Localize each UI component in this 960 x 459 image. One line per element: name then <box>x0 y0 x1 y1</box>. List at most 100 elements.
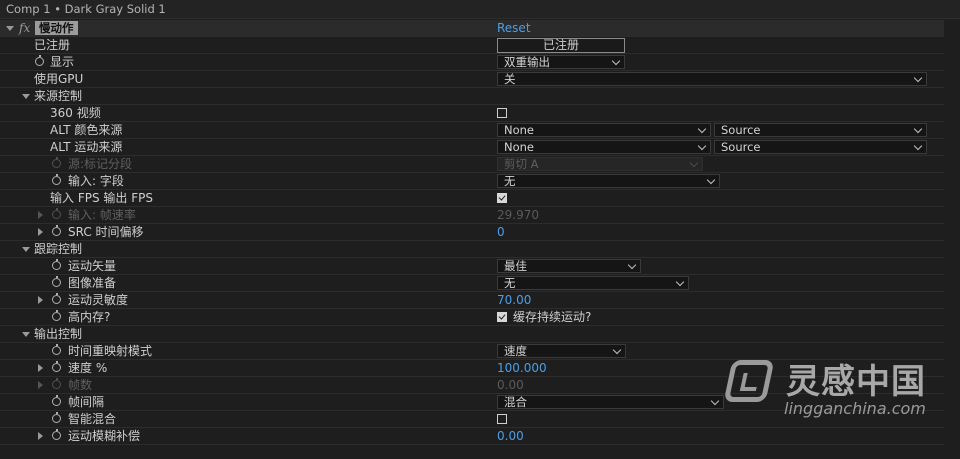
motion-vector-dropdown[interactable]: 最佳 <box>497 259 641 273</box>
expand-triangle-icon[interactable] <box>38 432 43 440</box>
input-rate-label: 输入: 帧速率 <box>68 208 136 222</box>
fx-icon[interactable]: fx <box>19 20 30 36</box>
display-label: 显示 <box>50 55 75 69</box>
chevron-down-icon <box>612 345 622 355</box>
expand-triangle-icon <box>38 211 43 219</box>
chevron-down-icon <box>706 175 716 185</box>
smart-blend-label: 智能混合 <box>68 412 117 426</box>
expand-triangle-icon[interactable] <box>6 26 14 31</box>
video360-label: 360 视频 <box>50 106 101 120</box>
alt-color-source-dropdown[interactable]: Source <box>714 123 927 137</box>
alt-color-layer-value: None <box>504 123 535 137</box>
chevron-down-icon <box>913 124 923 134</box>
chevron-down-icon <box>675 277 685 287</box>
display-value: 双重输出 <box>504 55 550 69</box>
expand-triangle-icon[interactable] <box>38 228 43 236</box>
reset-link[interactable]: Reset <box>497 20 531 36</box>
row-src-marker: 源:标记分段 剪切 A <box>0 156 944 173</box>
remap-mode-value: 速度 <box>504 344 527 358</box>
motion-vector-label: 运动矢量 <box>68 259 117 273</box>
expand-triangle-icon[interactable] <box>38 364 43 372</box>
output-group-label: 输出控制 <box>34 327 83 341</box>
motion-sens-value[interactable]: 70.00 <box>497 292 531 308</box>
fps-io-checkbox[interactable] <box>497 193 507 203</box>
source-group-label: 来源控制 <box>34 89 83 103</box>
expand-triangle-icon[interactable] <box>22 332 30 337</box>
alt-motion-layer-value: None <box>504 140 535 154</box>
stopwatch-icon[interactable] <box>52 259 61 270</box>
input-rate-value: 29.970 <box>497 208 539 222</box>
motion-blur-label: 运动模糊补偿 <box>68 429 141 443</box>
input-field-label: 输入: 字段 <box>68 174 124 188</box>
input-field-dropdown[interactable]: 无 <box>497 174 720 188</box>
stopwatch-icon[interactable] <box>52 344 61 355</box>
remap-mode-dropdown[interactable]: 速度 <box>497 344 626 358</box>
gpu-value: 关 <box>504 72 516 86</box>
image-prep-dropdown[interactable]: 无 <box>497 276 689 290</box>
stopwatch-icon[interactable] <box>52 361 61 372</box>
row-input-rate: 输入: 帧速率 29.970 <box>0 207 944 224</box>
registered-button[interactable]: 已注册 <box>497 38 625 53</box>
fps-io-label: 输入 FPS 输出 FPS <box>50 191 153 205</box>
frames-label: 帧数 <box>68 378 93 392</box>
high-mem-checkbox[interactable] <box>497 312 507 322</box>
high-mem-label: 高内存? <box>68 310 111 324</box>
chevron-down-icon <box>697 124 707 134</box>
stopwatch-icon <box>52 157 61 168</box>
expand-triangle-icon[interactable] <box>22 247 30 252</box>
row-track-group[interactable]: 跟踪控制 <box>0 241 944 258</box>
stopwatch-icon[interactable] <box>52 429 61 440</box>
alt-color-source-value: Source <box>721 123 761 137</box>
chevron-down-icon <box>689 158 699 168</box>
row-src-offset: SRC 时间偏移 0 <box>0 224 944 241</box>
chevron-down-icon <box>913 141 923 151</box>
watermark-logo-icon <box>723 360 775 402</box>
video360-checkbox[interactable] <box>497 108 507 118</box>
src-offset-value[interactable]: 0 <box>497 224 505 240</box>
chevron-down-icon <box>627 260 637 270</box>
row-alt-motion: ALT 运动来源 None Source <box>0 139 944 156</box>
stopwatch-icon[interactable] <box>52 225 61 236</box>
gpu-dropdown[interactable]: 关 <box>497 72 927 86</box>
smart-blend-checkbox[interactable] <box>497 414 507 424</box>
row-display: 显示 双重输出 <box>0 54 944 71</box>
display-dropdown[interactable]: 双重输出 <box>497 55 625 69</box>
stopwatch-icon[interactable] <box>52 174 61 185</box>
motion-blur-value[interactable]: 0.00 <box>497 428 524 444</box>
stopwatch-icon[interactable] <box>35 55 44 66</box>
stopwatch-icon[interactable] <box>52 412 61 423</box>
watermark-cn-text: 灵感中国 <box>786 362 926 402</box>
alt-color-label: ALT 颜色来源 <box>50 123 123 137</box>
stopwatch-icon[interactable] <box>52 293 61 304</box>
speed-value[interactable]: 100.000 <box>497 360 547 376</box>
image-prep-value: 无 <box>504 276 516 290</box>
row-motion-vector: 运动矢量 最佳 <box>0 258 944 275</box>
frame-interval-dropdown[interactable]: 混合 <box>497 395 724 409</box>
input-field-value: 无 <box>504 174 516 188</box>
row-input-field: 输入: 字段 无 <box>0 173 944 190</box>
alt-color-layer-dropdown[interactable]: None <box>497 123 711 137</box>
speed-label: 速度 % <box>68 361 108 375</box>
frame-interval-label: 帧间隔 <box>68 395 105 409</box>
gpu-label: 使用GPU <box>34 72 84 86</box>
row-fps-io: 输入 FPS 输出 FPS <box>0 190 944 207</box>
chevron-down-icon <box>710 396 720 406</box>
alt-motion-layer-dropdown[interactable]: None <box>497 140 711 154</box>
stopwatch-icon[interactable] <box>52 276 61 287</box>
effect-name[interactable]: 慢动作 <box>35 21 78 35</box>
panel-title: Comp 1 • Dark Gray Solid 1 <box>0 0 960 19</box>
effect-header-row[interactable]: fx 慢动作 Reset <box>0 20 944 37</box>
stopwatch-icon[interactable] <box>52 395 61 406</box>
alt-motion-source-dropdown[interactable]: Source <box>714 140 927 154</box>
watermark-en-text: lingganchina.com <box>784 399 926 418</box>
stopwatch-icon <box>52 208 61 219</box>
expand-triangle-icon[interactable] <box>22 94 30 99</box>
expand-triangle-icon[interactable] <box>38 296 43 304</box>
stopwatch-icon[interactable] <box>52 310 61 321</box>
row-motion-sens: 运动灵敏度 70.00 <box>0 292 944 309</box>
row-registered: 已注册 已注册 <box>0 37 944 54</box>
row-source-group[interactable]: 来源控制 <box>0 88 944 105</box>
row-output-group[interactable]: 输出控制 <box>0 326 944 343</box>
row-image-prep: 图像准备 无 <box>0 275 944 292</box>
watermark: 灵感中国 lingganchina.com <box>722 352 952 427</box>
